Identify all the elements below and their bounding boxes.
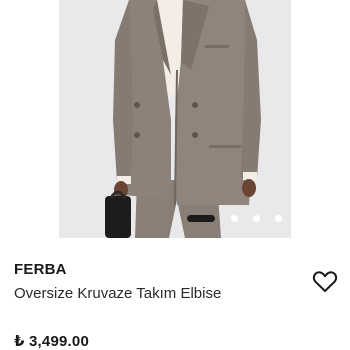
product-photo — [59, 0, 291, 238]
gallery-pagination — [187, 215, 287, 225]
product-brand: FERBA — [14, 261, 67, 278]
product-card[interactable]: FERBA Oversize Kruvaze Takım Elbise ₺ 3,… — [0, 0, 350, 350]
product-name[interactable]: Oversize Kruvaze Takım Elbise — [14, 285, 221, 302]
pagination-dot[interactable] — [231, 215, 238, 222]
product-price: ₺ 3,499.00 — [14, 333, 89, 350]
product-image[interactable] — [59, 0, 291, 238]
heart-outline-icon — [312, 271, 338, 292]
pagination-dot[interactable] — [275, 215, 282, 222]
favorite-button[interactable] — [312, 270, 338, 294]
pagination-dot[interactable] — [253, 215, 260, 222]
pagination-dot-active[interactable] — [187, 215, 215, 222]
